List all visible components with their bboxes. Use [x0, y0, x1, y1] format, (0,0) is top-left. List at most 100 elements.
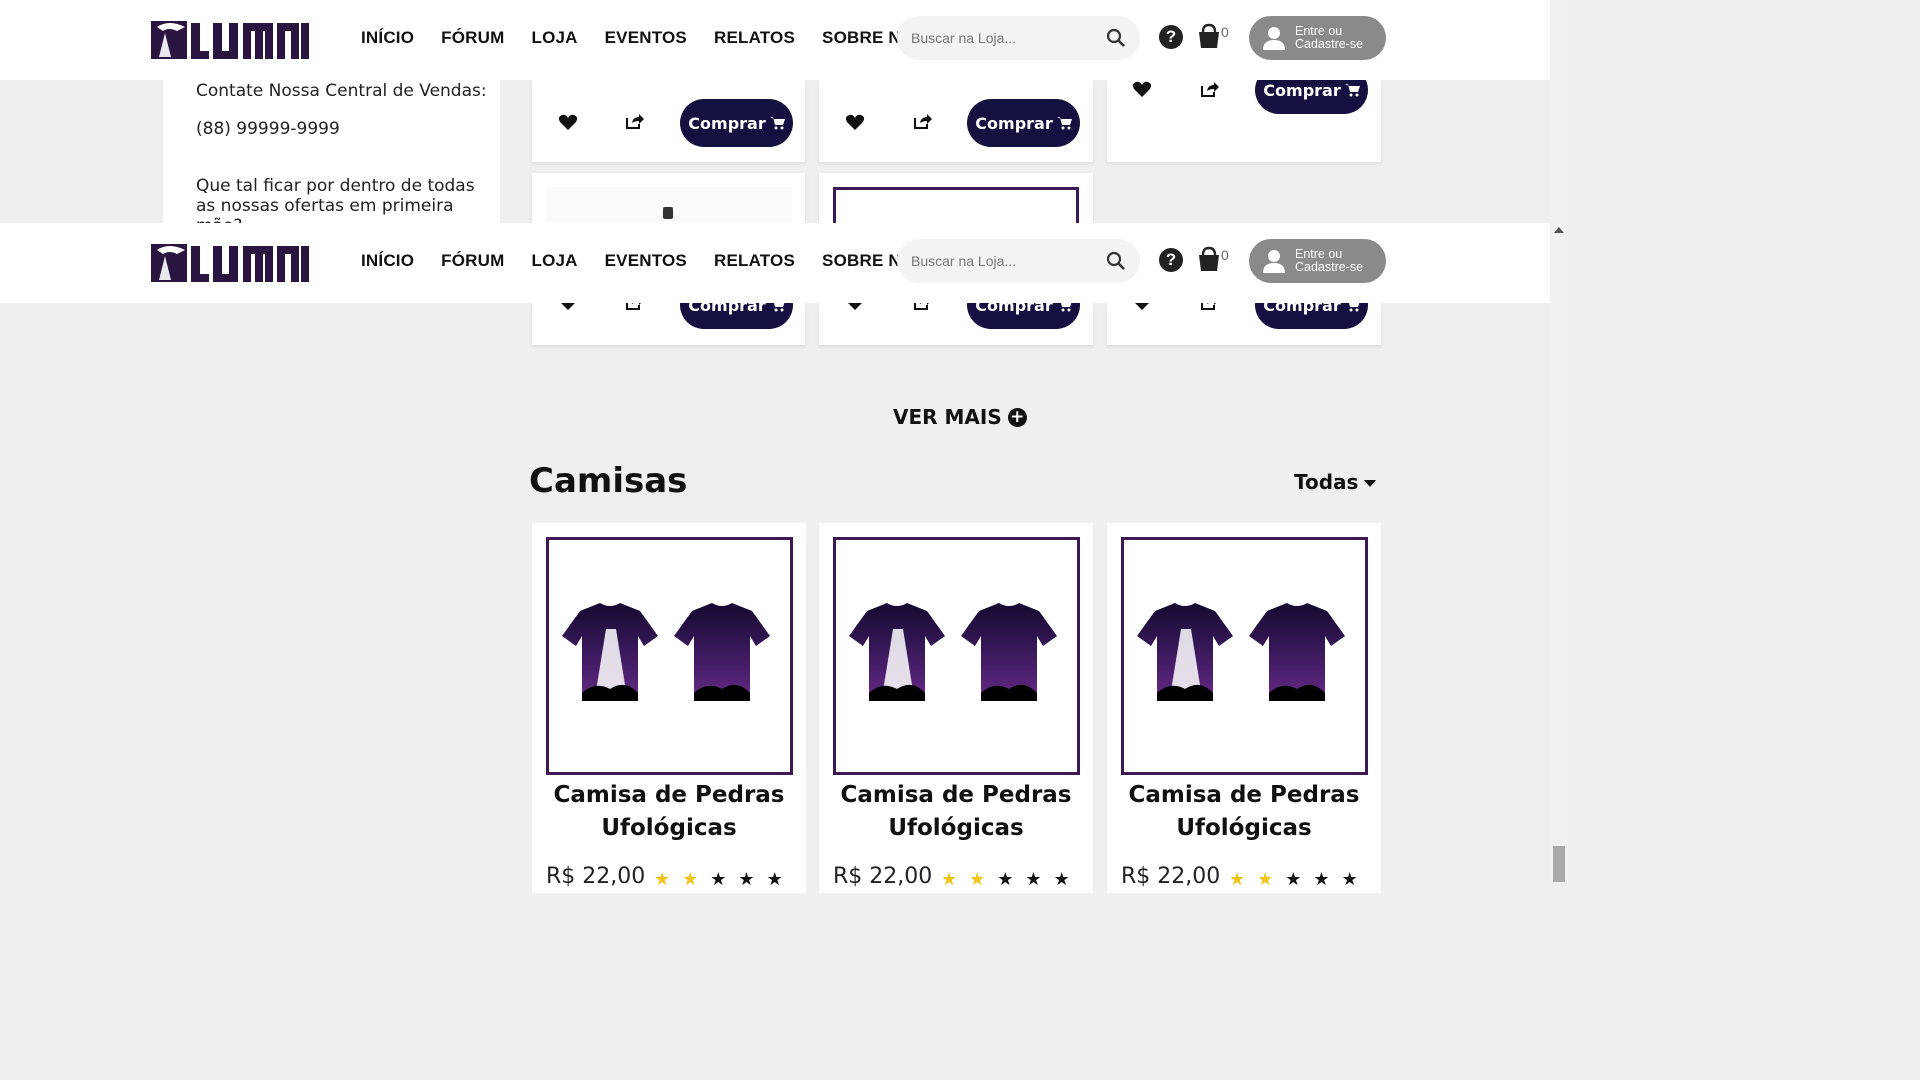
product-name[interactable]: Camisa de Pedras Ufológicas: [532, 779, 806, 845]
main-nav: INÍCIO FÓRUM LOJA EVENTOS RELATOS SOBRE …: [361, 28, 953, 48]
sales-contact-card: Contate Nossa Central de Vendas: (88) 99…: [163, 80, 500, 223]
search-box: [897, 239, 1140, 283]
scrollbar-thumb[interactable]: [1553, 846, 1565, 882]
nav-relatos[interactable]: RELATOS: [714, 28, 795, 48]
contact-phone: (88) 99999-9999: [196, 119, 340, 139]
product-image[interactable]: [833, 537, 1080, 775]
share-icon[interactable]: [1199, 80, 1219, 98]
login-button[interactable]: Entre ou Cadastre-se: [1249, 239, 1386, 283]
product-card: Comprar: [1107, 281, 1381, 345]
cart-small-icon: [1344, 84, 1360, 97]
share-icon[interactable]: [624, 112, 644, 130]
login-label: Entre ou Cadastre-se: [1295, 247, 1364, 274]
product-card: Camisa de Pedras Ufológicas R$ 22,00 ★ ★ ★…: [1107, 523, 1381, 893]
login-button[interactable]: Entre ou Cadastre-se: [1249, 16, 1386, 60]
nav-eventos[interactable]: EVENTOS: [605, 251, 687, 271]
buy-button[interactable]: Comprar: [967, 99, 1080, 147]
star-icon[interactable]: ★: [1342, 869, 1358, 890]
star-icon[interactable]: ★: [1229, 869, 1245, 890]
site-header: INÍCIO FÓRUM LOJA EVENTOS RELATOS SOBRE …: [0, 0, 1550, 80]
filter-label: Todas: [1294, 470, 1359, 494]
cart-icon[interactable]: [1197, 23, 1221, 49]
cart-small-icon: [1056, 117, 1072, 130]
star-icon[interactable]: ★: [654, 869, 670, 890]
nav-inicio[interactable]: INÍCIO: [361, 251, 414, 271]
lumni-logo[interactable]: [151, 19, 309, 61]
product-card: [819, 173, 1093, 227]
user-icon: [1263, 250, 1285, 273]
help-icon[interactable]: ?: [1159, 25, 1183, 49]
nav-inicio[interactable]: INÍCIO: [361, 28, 414, 48]
product-card: [532, 173, 805, 223]
section-title: Camisas: [529, 461, 688, 501]
product-image[interactable]: [1121, 537, 1368, 775]
main-nav: INÍCIO FÓRUM LOJA EVENTOS RELATOS SOBRE …: [361, 251, 953, 271]
product-card: Comprar: [532, 281, 805, 345]
caret-down-icon: [1364, 480, 1377, 487]
plus-circle-icon: +: [1007, 407, 1027, 427]
product-name[interactable]: Camisa de Pedras Ufológicas: [819, 779, 1093, 845]
heart-icon[interactable]: [1132, 80, 1152, 98]
product-card: Comprar: [1107, 66, 1381, 162]
search-box: [897, 16, 1140, 60]
nav-forum[interactable]: FÓRUM: [441, 28, 504, 48]
buy-button[interactable]: Comprar: [680, 99, 793, 147]
tshirt-image: [1136, 603, 1345, 701]
product-image[interactable]: [546, 537, 793, 775]
product-price: R$ 22,00: [1121, 864, 1221, 889]
product-name[interactable]: Camisa de Pedras Ufológicas: [1107, 779, 1381, 845]
product-card: Comprar: [819, 80, 1093, 162]
star-icon[interactable]: ★: [941, 869, 957, 890]
star-icon[interactable]: ★: [969, 869, 985, 890]
star-icon[interactable]: ★: [1285, 869, 1301, 890]
mug-image: [663, 207, 673, 219]
product-card: Camisa de Pedras Ufológicas R$ 22,00 ★ ★ ★…: [532, 523, 806, 893]
promo-text: Que tal ficar por dentro de todas as nos…: [196, 176, 475, 223]
star-icon[interactable]: ★: [1313, 869, 1329, 890]
star-icon[interactable]: ★: [1025, 869, 1041, 890]
product-card: Camisa de Pedras Ufológicas R$ 22,00 ★ ★ ★…: [819, 523, 1093, 893]
category-filter-dropdown[interactable]: Todas: [1294, 470, 1377, 494]
search-input[interactable]: [911, 253, 1106, 269]
cart-count: 0: [1221, 24, 1229, 40]
nav-eventos[interactable]: EVENTOS: [605, 28, 687, 48]
rating-stars[interactable]: ★ ★ ★ ★ ★: [654, 869, 783, 890]
product-price: R$ 22,00: [833, 864, 933, 889]
rating-stars[interactable]: ★ ★ ★ ★ ★: [941, 869, 1070, 890]
nav-relatos[interactable]: RELATOS: [714, 251, 795, 271]
contact-label: Contate Nossa Central de Vendas:: [196, 81, 487, 101]
tshirt-image: [848, 603, 1057, 701]
product-price: R$ 22,00: [546, 864, 646, 889]
star-icon[interactable]: ★: [997, 869, 1013, 890]
search-icon[interactable]: [1106, 251, 1126, 271]
search-input[interactable]: [911, 30, 1106, 46]
scroll-up-arrow-icon[interactable]: [1554, 227, 1564, 233]
product-image[interactable]: [833, 187, 1079, 227]
login-label: Entre ou Cadastre-se: [1295, 24, 1364, 51]
cart-count: 0: [1221, 247, 1229, 263]
star-icon[interactable]: ★: [1054, 869, 1070, 890]
rating-stars[interactable]: ★ ★ ★ ★ ★: [1229, 869, 1358, 890]
search-icon[interactable]: [1106, 28, 1126, 48]
ver-mais-button[interactable]: VER MAIS +: [893, 405, 1027, 429]
star-icon[interactable]: ★: [682, 869, 698, 890]
heart-icon[interactable]: [558, 113, 578, 131]
cart-icon[interactable]: [1197, 246, 1221, 272]
site-header-sticky: INÍCIO FÓRUM LOJA EVENTOS RELATOS SOBRE …: [0, 223, 1550, 303]
lumni-logo[interactable]: [151, 242, 309, 284]
cart-small-icon: [769, 117, 785, 130]
nav-loja[interactable]: LOJA: [531, 251, 577, 271]
share-icon[interactable]: [912, 112, 932, 130]
star-icon[interactable]: ★: [767, 869, 783, 890]
nav-forum[interactable]: FÓRUM: [441, 251, 504, 271]
star-icon[interactable]: ★: [738, 869, 754, 890]
star-icon[interactable]: ★: [710, 869, 726, 890]
help-icon[interactable]: ?: [1159, 248, 1183, 272]
tshirt-image: [561, 603, 770, 701]
heart-icon[interactable]: [845, 113, 865, 131]
ver-mais-label: VER MAIS: [893, 405, 1002, 429]
star-icon[interactable]: ★: [1257, 869, 1273, 890]
product-card: Comprar: [819, 281, 1093, 345]
nav-loja[interactable]: LOJA: [531, 28, 577, 48]
page-scrollbar[interactable]: [1550, 0, 1568, 882]
